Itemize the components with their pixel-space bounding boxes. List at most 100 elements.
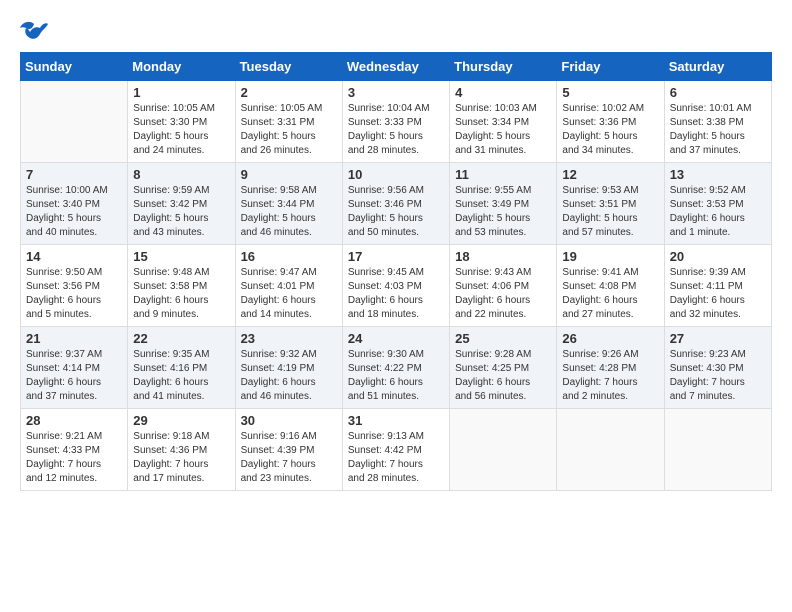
day-info: Sunrise: 9:30 AM Sunset: 4:22 PM Dayligh… [348,348,444,404]
calendar-cell: 9 Sunrise: 9:58 AM Sunset: 3:44 PM Daylig… [235,163,342,245]
day-info: Sunrise: 9:45 AM Sunset: 4:03 PM Dayligh… [348,266,444,322]
day-info: Sunrise: 9:26 AM Sunset: 4:28 PM Dayligh… [562,348,658,404]
day-number: 5 [562,85,658,100]
day-number: 10 [348,167,444,182]
calendar-week-row: 28Sunrise: 9:21 AM Sunset: 4:33 PM Dayli… [21,409,772,491]
day-number: 20 [670,249,766,264]
day-number: 3 [348,85,444,100]
calendar-cell: 16 Sunrise: 9:47 AM Sunset: 4:01 PM Dayli… [235,245,342,327]
weekday-header-friday: Friday [557,53,664,81]
weekday-header-row: SundayMondayTuesdayWednesdayThursdayFrid… [21,53,772,81]
logo-bird-icon [20,20,48,42]
day-number: 26 [562,331,658,346]
calendar-cell: 7 Sunrise: 10:00 AM Sunset: 3:40 PM Dayli… [21,163,128,245]
day-info: Sunrise: 10:05 AM Sunset: 3:30 PM Daylig… [133,102,229,158]
day-info: Sunrise: 9:41 AM Sunset: 4:08 PM Dayligh… [562,266,658,322]
day-info: Sunrise: 9:59 AM Sunset: 3:42 PM Dayligh… [133,184,229,240]
weekday-header-wednesday: Wednesday [342,53,449,81]
day-number: 21 [26,331,122,346]
calendar-week-row: 1 Sunrise: 10:05 AM Sunset: 3:30 PM Dayli… [21,81,772,163]
header [20,20,772,42]
day-info: Sunrise: 10:01 AM Sunset: 3:38 PM Daylig… [670,102,766,158]
day-info: Sunrise: 9:53 AM Sunset: 3:51 PM Dayligh… [562,184,658,240]
day-number: 6 [670,85,766,100]
day-number: 12 [562,167,658,182]
weekday-header-thursday: Thursday [450,53,557,81]
day-number: 16 [241,249,337,264]
day-info: Sunrise: 9:50 AM Sunset: 3:56 PM Dayligh… [26,266,122,322]
calendar-cell: 19 Sunrise: 9:41 AM Sunset: 4:08 PM Dayli… [557,245,664,327]
calendar-cell: 31Sunrise: 9:13 AM Sunset: 4:42 PM Dayli… [342,409,449,491]
calendar: SundayMondayTuesdayWednesdayThursdayFrid… [20,52,772,491]
calendar-cell [450,409,557,491]
day-number: 30 [241,413,337,428]
calendar-cell: 25 Sunrise: 9:28 AM Sunset: 4:25 PM Dayli… [450,327,557,409]
calendar-cell: 2 Sunrise: 10:05 AM Sunset: 3:31 PM Dayli… [235,81,342,163]
calendar-cell [557,409,664,491]
day-info: Sunrise: 10:03 AM Sunset: 3:34 PM Daylig… [455,102,551,158]
calendar-cell: 26 Sunrise: 9:26 AM Sunset: 4:28 PM Dayli… [557,327,664,409]
day-number: 24 [348,331,444,346]
calendar-cell: 23Sunrise: 9:32 AM Sunset: 4:19 PM Dayli… [235,327,342,409]
calendar-cell: 30 Sunrise: 9:16 AM Sunset: 4:39 PM Dayli… [235,409,342,491]
day-info: Sunrise: 9:55 AM Sunset: 3:49 PM Dayligh… [455,184,551,240]
day-number: 15 [133,249,229,264]
day-info: Sunrise: 9:28 AM Sunset: 4:25 PM Dayligh… [455,348,551,404]
calendar-cell: 27 Sunrise: 9:23 AM Sunset: 4:30 PM Dayli… [664,327,771,409]
day-number: 13 [670,167,766,182]
calendar-cell: 29Sunrise: 9:18 AM Sunset: 4:36 PM Dayli… [128,409,235,491]
calendar-cell: 3 Sunrise: 10:04 AM Sunset: 3:33 PM Dayli… [342,81,449,163]
day-info: Sunrise: 10:05 AM Sunset: 3:31 PM Daylig… [241,102,337,158]
calendar-cell [664,409,771,491]
day-info: Sunrise: 9:43 AM Sunset: 4:06 PM Dayligh… [455,266,551,322]
calendar-cell: 24 Sunrise: 9:30 AM Sunset: 4:22 PM Dayli… [342,327,449,409]
day-number: 9 [241,167,337,182]
calendar-cell: 13 Sunrise: 9:52 AM Sunset: 3:53 PM Dayli… [664,163,771,245]
day-info: Sunrise: 9:18 AM Sunset: 4:36 PM Dayligh… [133,430,229,486]
day-number: 31 [348,413,444,428]
day-number: 14 [26,249,122,264]
weekday-header-sunday: Sunday [21,53,128,81]
day-number: 22 [133,331,229,346]
calendar-week-row: 14 Sunrise: 9:50 AM Sunset: 3:56 PM Dayli… [21,245,772,327]
day-number: 7 [26,167,122,182]
calendar-cell: 11 Sunrise: 9:55 AM Sunset: 3:49 PM Dayli… [450,163,557,245]
calendar-cell: 20 Sunrise: 9:39 AM Sunset: 4:11 PM Dayli… [664,245,771,327]
day-number: 2 [241,85,337,100]
day-info: Sunrise: 9:58 AM Sunset: 3:44 PM Dayligh… [241,184,337,240]
calendar-cell [21,81,128,163]
day-info: Sunrise: 9:47 AM Sunset: 4:01 PM Dayligh… [241,266,337,322]
weekday-header-monday: Monday [128,53,235,81]
day-info: Sunrise: 9:16 AM Sunset: 4:39 PM Dayligh… [241,430,337,486]
day-number: 1 [133,85,229,100]
day-info: Sunrise: 9:35 AM Sunset: 4:16 PM Dayligh… [133,348,229,404]
day-number: 27 [670,331,766,346]
day-number: 11 [455,167,551,182]
day-number: 25 [455,331,551,346]
day-info: Sunrise: 9:56 AM Sunset: 3:46 PM Dayligh… [348,184,444,240]
day-info: Sunrise: 9:52 AM Sunset: 3:53 PM Dayligh… [670,184,766,240]
day-info: Sunrise: 9:21 AM Sunset: 4:33 PM Dayligh… [26,430,122,486]
day-info: Sunrise: 9:32 AM Sunset: 4:19 PM Dayligh… [241,348,337,404]
calendar-cell: 22 Sunrise: 9:35 AM Sunset: 4:16 PM Dayli… [128,327,235,409]
calendar-cell: 28Sunrise: 9:21 AM Sunset: 4:33 PM Dayli… [21,409,128,491]
calendar-cell: 4Sunrise: 10:03 AM Sunset: 3:34 PM Dayli… [450,81,557,163]
calendar-week-row: 7 Sunrise: 10:00 AM Sunset: 3:40 PM Dayli… [21,163,772,245]
calendar-cell: 17Sunrise: 9:45 AM Sunset: 4:03 PM Dayli… [342,245,449,327]
day-info: Sunrise: 9:39 AM Sunset: 4:11 PM Dayligh… [670,266,766,322]
weekday-header-saturday: Saturday [664,53,771,81]
calendar-cell: 1 Sunrise: 10:05 AM Sunset: 3:30 PM Dayli… [128,81,235,163]
day-info: Sunrise: 10:02 AM Sunset: 3:36 PM Daylig… [562,102,658,158]
day-number: 19 [562,249,658,264]
day-info: Sunrise: 10:00 AM Sunset: 3:40 PM Daylig… [26,184,122,240]
weekday-header-tuesday: Tuesday [235,53,342,81]
logo [20,20,52,42]
calendar-cell: 6 Sunrise: 10:01 AM Sunset: 3:38 PM Dayli… [664,81,771,163]
day-info: Sunrise: 10:04 AM Sunset: 3:33 PM Daylig… [348,102,444,158]
day-info: Sunrise: 9:23 AM Sunset: 4:30 PM Dayligh… [670,348,766,404]
calendar-cell: 14 Sunrise: 9:50 AM Sunset: 3:56 PM Dayli… [21,245,128,327]
calendar-cell: 8 Sunrise: 9:59 AM Sunset: 3:42 PM Daylig… [128,163,235,245]
calendar-cell: 15Sunrise: 9:48 AM Sunset: 3:58 PM Dayli… [128,245,235,327]
day-number: 8 [133,167,229,182]
calendar-cell: 12 Sunrise: 9:53 AM Sunset: 3:51 PM Dayli… [557,163,664,245]
